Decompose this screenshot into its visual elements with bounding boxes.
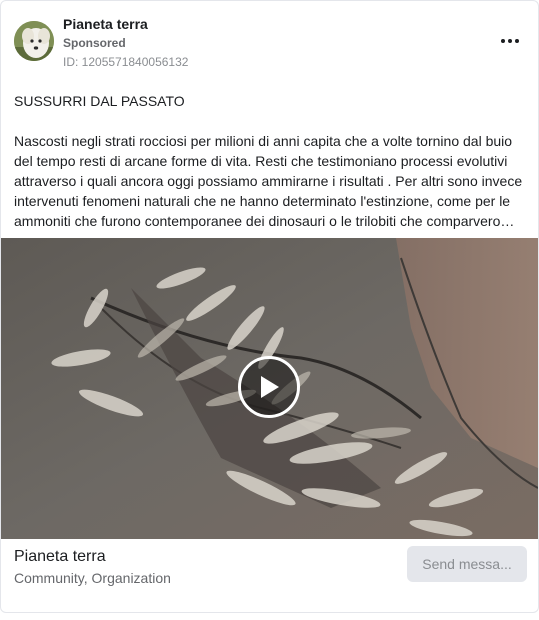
ad-card: Pianeta terra Sponsored ID: 120557184005… <box>0 0 539 613</box>
page-avatar[interactable] <box>14 21 54 61</box>
page-name-link[interactable]: Pianeta terra <box>63 16 148 32</box>
footer-category: Community, Organization <box>14 570 171 586</box>
play-icon[interactable] <box>238 356 300 418</box>
ad-id-label: ID: 1205571840056132 <box>63 55 189 69</box>
post-body: Nascosti negli strati rocciosi per milio… <box>14 131 526 231</box>
post-title: SUSSURRI DAL PASSATO <box>14 93 185 109</box>
sponsored-label: Sponsored <box>63 36 126 50</box>
post-header: Pianeta terra Sponsored ID: 120557184005… <box>1 1 538 81</box>
send-message-button[interactable]: Send messa... <box>407 546 527 582</box>
post-text: SUSSURRI DAL PASSATO Nascosti negli stra… <box>14 91 526 231</box>
more-options-icon[interactable] <box>496 29 524 53</box>
post-body-text: Nascosti negli strati rocciosi per milio… <box>14 133 523 229</box>
ad-footer: Pianeta terra Community, Organization Se… <box>1 539 538 612</box>
footer-page-name[interactable]: Pianeta terra <box>14 548 106 566</box>
